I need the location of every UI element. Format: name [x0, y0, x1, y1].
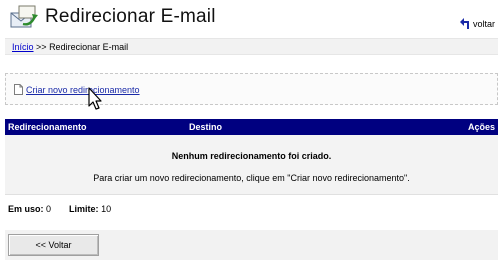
footer-bar: << Voltar	[5, 230, 498, 260]
back-button[interactable]: << Voltar	[8, 234, 99, 256]
create-redirect-label: Criar novo redirecionamento	[26, 84, 140, 95]
empty-state: Nenhum redirecionamento foi criado. Para…	[5, 135, 498, 195]
empty-state-message: Para criar um novo redirecionamento, cli…	[93, 173, 410, 183]
return-arrow-icon	[459, 18, 469, 29]
mail-redirect-icon	[10, 5, 38, 28]
usage-limit: Limite: 10	[69, 204, 111, 214]
usage-in-use-value: 0	[46, 204, 52, 214]
empty-state-title: Nenhum redirecionamento foi criado.	[171, 151, 332, 161]
breadcrumb-current: Redirecionar E-mail	[49, 42, 129, 52]
usage-limit-value: 10	[101, 204, 112, 214]
usage-limit-label: Limite:	[69, 204, 99, 214]
usage-in-use: Em uso: 0	[8, 204, 51, 214]
column-header-destination: Destino	[189, 122, 223, 132]
breadcrumb: Início >> Redirecionar E-mail	[5, 38, 498, 55]
back-link-label: voltar	[472, 18, 495, 29]
usage-info: Em uso: 0 Limite: 10	[8, 204, 111, 214]
back-link[interactable]: voltar	[459, 17, 495, 30]
page-title: Redirecionar E-mail	[45, 6, 216, 27]
breadcrumb-separator: >>	[36, 42, 47, 52]
actions-panel: Criar novo redirecionamento	[5, 73, 498, 105]
page-header: Redirecionar E-mail voltar	[0, 0, 504, 38]
create-redirect-link[interactable]: Criar novo redirecionamento	[14, 84, 140, 95]
document-icon	[14, 84, 23, 95]
table-header: Redirecionamento Destino Ações	[5, 119, 498, 135]
usage-in-use-label: Em uso:	[8, 204, 44, 214]
breadcrumb-home-link[interactable]: Início	[12, 42, 34, 52]
column-header-actions: Ações	[467, 122, 495, 132]
column-header-redirect: Redirecionamento	[8, 122, 87, 132]
